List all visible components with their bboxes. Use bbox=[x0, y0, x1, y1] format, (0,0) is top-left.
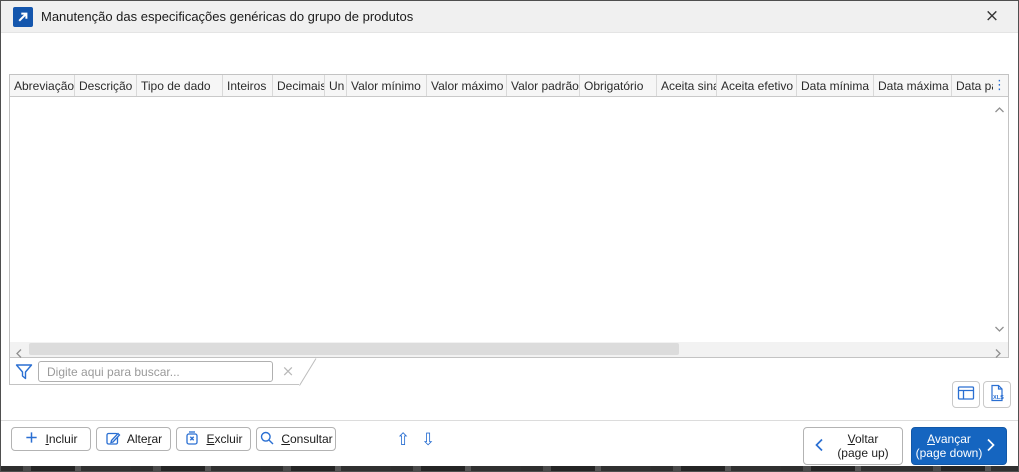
column-header-inteiros[interactable]: Inteiros bbox=[223, 75, 273, 96]
grid-body-empty bbox=[10, 97, 991, 342]
clear-search-icon[interactable]: × bbox=[279, 361, 297, 382]
alterar-label: Alterar bbox=[126, 432, 163, 446]
grid-layout-button[interactable] bbox=[952, 381, 980, 408]
footer-divider bbox=[1, 420, 1018, 421]
incluir-label: Incluir bbox=[45, 432, 78, 446]
grid-layout-icon bbox=[957, 385, 975, 404]
column-header-data-maxima[interactable]: Data máxima bbox=[874, 75, 952, 96]
column-header-aceita-efetivo[interactable]: Aceita efetivo bbox=[717, 75, 797, 96]
voltar-button[interactable]: Voltar (page up) bbox=[803, 427, 903, 465]
column-header-valor-maximo[interactable]: Valor máximo bbox=[427, 75, 507, 96]
scroll-up-icon[interactable] bbox=[994, 101, 1005, 119]
grid-tools: XLS bbox=[952, 381, 1011, 408]
column-header-data-minima[interactable]: Data mínima bbox=[797, 75, 874, 96]
delete-icon bbox=[184, 430, 200, 449]
excluir-button[interactable]: Excluir bbox=[176, 427, 251, 451]
filter-funnel-icon[interactable] bbox=[14, 362, 34, 382]
app-window: Manutenção das especificações genéricas … bbox=[0, 0, 1019, 472]
alterar-button[interactable]: Alterar bbox=[96, 427, 171, 451]
chevron-right-icon bbox=[986, 438, 996, 455]
svg-text:XLS: XLS bbox=[993, 395, 1004, 401]
app-icon bbox=[13, 7, 33, 27]
grid-header-row: Abreviação Descrição Tipo de dado Inteir… bbox=[10, 75, 1008, 97]
column-header-obrigatorio[interactable]: Obrigatório bbox=[580, 75, 657, 96]
avancar-button[interactable]: Avançar (page down) bbox=[911, 427, 1007, 465]
column-header-aceita-sinal[interactable]: Aceita sinal bbox=[657, 75, 717, 96]
column-menu-icon[interactable]: ⋮ bbox=[993, 77, 1006, 94]
scroll-down-icon[interactable] bbox=[994, 320, 1005, 338]
search-icon bbox=[259, 430, 275, 449]
data-grid: Abreviação Descrição Tipo de dado Inteir… bbox=[9, 74, 1009, 358]
edit-icon bbox=[105, 430, 121, 449]
column-header-un[interactable]: Un bbox=[325, 75, 347, 96]
column-header-valor-padrao[interactable]: Valor padrão bbox=[507, 75, 580, 96]
window-title: Manutenção das especificações genéricas … bbox=[41, 9, 414, 24]
column-header-data-padrao[interactable]: Data padrão bbox=[952, 75, 993, 96]
column-header-decimais[interactable]: Decimais bbox=[273, 75, 325, 96]
move-up-arrow-icon[interactable]: ⇧ bbox=[396, 428, 410, 452]
column-header-valor-minimo[interactable]: Valor mínimo bbox=[347, 75, 427, 96]
column-header-abreviacao[interactable]: Abreviação bbox=[10, 75, 75, 96]
incluir-button[interactable]: Incluir bbox=[11, 427, 91, 451]
column-header-descricao[interactable]: Descrição bbox=[75, 75, 137, 96]
bottom-edge-sliver bbox=[1, 466, 1018, 471]
consultar-label: Consultar bbox=[281, 432, 333, 446]
vertical-scrollbar[interactable] bbox=[991, 97, 1008, 342]
horizontal-scroll-thumb[interactable] bbox=[29, 343, 679, 355]
consultar-button[interactable]: Consultar bbox=[256, 427, 336, 451]
search-input[interactable] bbox=[38, 361, 273, 382]
export-xls-icon: XLS bbox=[988, 384, 1006, 405]
scroll-right-icon[interactable] bbox=[994, 346, 1002, 364]
titlebar: Manutenção das especificações genéricas … bbox=[1, 1, 1018, 33]
voltar-label: Voltar (page up) bbox=[837, 432, 889, 460]
export-xls-button[interactable]: XLS bbox=[983, 381, 1011, 408]
filter-bar: × bbox=[9, 358, 299, 385]
avancar-label: Avançar (page down) bbox=[915, 432, 983, 460]
move-down-arrow-icon[interactable]: ⇩ bbox=[421, 428, 435, 452]
excluir-label: Excluir bbox=[206, 432, 243, 446]
plus-icon bbox=[24, 430, 39, 448]
column-header-tipo-de-dado[interactable]: Tipo de dado bbox=[137, 75, 223, 96]
close-icon[interactable]: × bbox=[980, 1, 1004, 32]
filter-tab-edge bbox=[299, 358, 317, 386]
horizontal-scrollbar[interactable] bbox=[10, 342, 1008, 358]
chevron-left-icon bbox=[814, 438, 824, 455]
